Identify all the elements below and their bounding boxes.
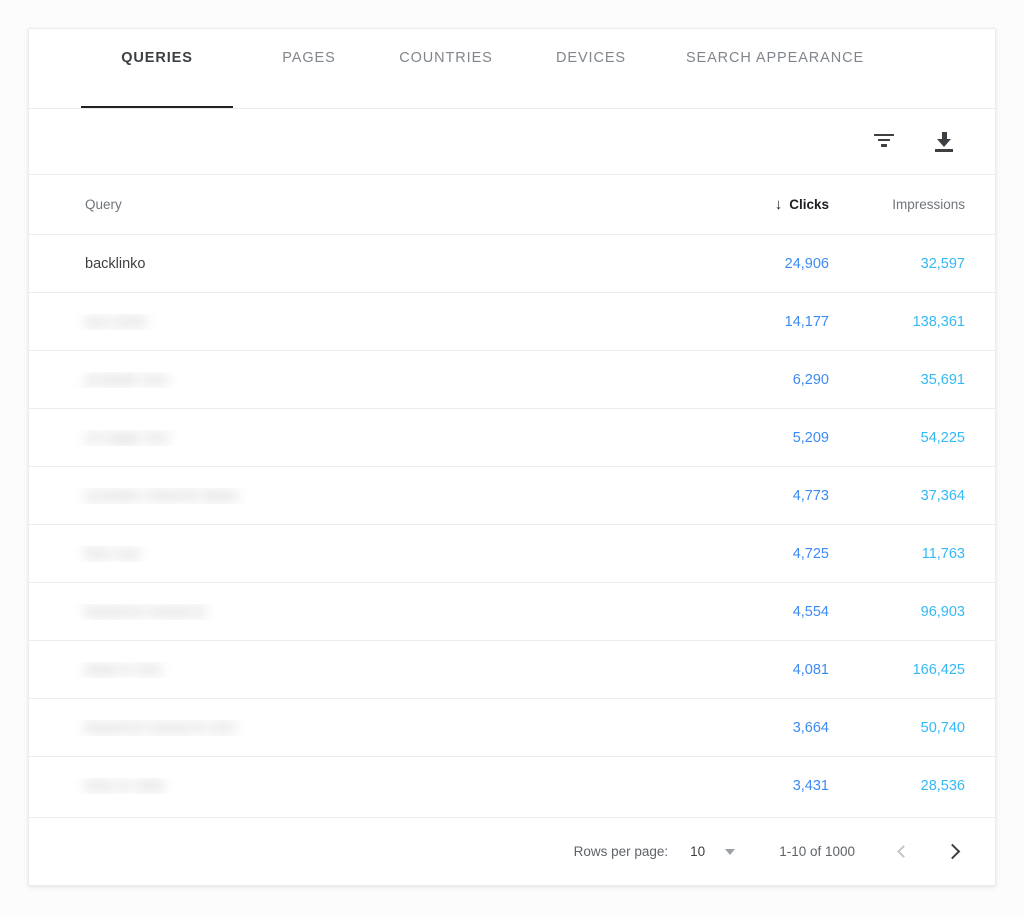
query-text-redacted: what is seo bbox=[85, 661, 162, 678]
table-row[interactable]: what is seo 4,081 166,425 bbox=[29, 641, 995, 699]
pager-controls bbox=[889, 839, 967, 865]
rows-per-page-value: 10 bbox=[690, 844, 706, 859]
tab-queries[interactable]: QUERIES bbox=[81, 29, 233, 108]
table-row[interactable]: youtube channel ideas 4,773 37,364 bbox=[29, 467, 995, 525]
cell-impressions: 50,740 bbox=[920, 719, 965, 736]
query-text-redacted: how to rank bbox=[85, 778, 165, 794]
data-table: Query ↓ Clicks Impressions backlinko 24,… bbox=[29, 175, 995, 817]
chevron-down-icon bbox=[725, 848, 736, 855]
query-text-redacted: keyword research bbox=[85, 603, 206, 620]
cell-clicks: 24,906 bbox=[784, 255, 829, 272]
query-text-redacted: keyword research tool bbox=[85, 719, 236, 736]
pagination-bar: Rows per page: 10 1-10 of 1000 bbox=[29, 817, 995, 885]
cell-impressions: 37,364 bbox=[920, 487, 965, 504]
table-toolbar bbox=[29, 109, 995, 175]
cell-clicks: 4,725 bbox=[792, 545, 829, 562]
cell-query: keyword research bbox=[57, 604, 695, 620]
tab-label: SEARCH APPEARANCE bbox=[685, 49, 865, 66]
column-header-clicks-label: Clicks bbox=[789, 197, 829, 212]
cell-query: seo tools bbox=[57, 314, 695, 330]
tab-pages[interactable]: PAGES bbox=[271, 29, 347, 108]
cell-impressions: 11,763 bbox=[921, 545, 965, 562]
cell-clicks: 14,177 bbox=[784, 313, 829, 330]
performance-table-card: QUERIES PAGES COUNTRIES DEVICES SEARCH A… bbox=[28, 28, 996, 886]
cell-query: free seo bbox=[57, 546, 695, 562]
cell-clicks: 5,209 bbox=[792, 429, 829, 446]
next-page-button[interactable] bbox=[941, 839, 967, 865]
tab-devices[interactable]: DEVICES bbox=[545, 29, 637, 108]
table-row[interactable]: how to rank 3,431 28,536 bbox=[29, 757, 995, 815]
table-row[interactable]: keyword research tool 3,664 50,740 bbox=[29, 699, 995, 757]
tab-label: DEVICES bbox=[556, 49, 626, 66]
cell-clicks: 4,081 bbox=[792, 661, 829, 678]
cell-query: how to rank bbox=[57, 778, 695, 794]
chevron-left-icon bbox=[897, 845, 910, 858]
table-row[interactable]: on page seo 5,209 54,225 bbox=[29, 409, 995, 467]
table-row[interactable]: keyword research 4,554 96,903 bbox=[29, 583, 995, 641]
cell-clicks: 3,664 bbox=[792, 719, 829, 736]
filter-icon bbox=[874, 133, 894, 150]
tab-label: COUNTRIES bbox=[399, 49, 493, 66]
chevron-right-icon bbox=[944, 843, 961, 860]
previous-page-button[interactable] bbox=[889, 839, 915, 865]
cell-impressions: 28,536 bbox=[920, 778, 965, 794]
tab-search-appearance[interactable]: SEARCH APPEARANCE bbox=[675, 29, 875, 108]
sort-descending-icon: ↓ bbox=[774, 196, 783, 213]
column-header-impressions[interactable]: Impressions bbox=[845, 197, 995, 212]
query-text-redacted: free seo bbox=[85, 545, 141, 562]
cell-impressions: 166,425 bbox=[912, 661, 965, 678]
cell-impressions: 96,903 bbox=[920, 603, 965, 620]
tab-label: QUERIES bbox=[121, 49, 193, 66]
cell-impressions: 35,691 bbox=[920, 371, 965, 388]
table-header-row: Query ↓ Clicks Impressions bbox=[29, 175, 995, 235]
pagination-range: 1-10 of 1000 bbox=[779, 844, 855, 859]
query-text: backlinko bbox=[85, 255, 146, 272]
table-row[interactable]: free seo 4,725 11,763 bbox=[29, 525, 995, 583]
cell-query: youtube channel ideas bbox=[57, 488, 695, 504]
column-header-query[interactable]: Query bbox=[57, 197, 695, 212]
query-text-redacted: seo tools bbox=[85, 313, 147, 330]
table-row[interactable]: backlinko 24,906 32,597 bbox=[29, 235, 995, 293]
query-text-redacted: youtube seo bbox=[85, 371, 169, 388]
cell-clicks: 3,431 bbox=[792, 778, 829, 794]
rows-per-page-select[interactable]: 10 bbox=[690, 844, 736, 859]
query-text-redacted: on page seo bbox=[85, 429, 170, 446]
cell-impressions: 138,361 bbox=[912, 313, 965, 330]
cell-impressions: 32,597 bbox=[920, 255, 965, 272]
cell-clicks: 4,773 bbox=[792, 487, 829, 504]
tab-bar: QUERIES PAGES COUNTRIES DEVICES SEARCH A… bbox=[29, 29, 995, 109]
cell-clicks: 4,554 bbox=[792, 603, 829, 620]
table-row[interactable]: youtube seo 6,290 35,691 bbox=[29, 351, 995, 409]
download-button[interactable] bbox=[931, 129, 957, 155]
cell-query: on page seo bbox=[57, 430, 695, 446]
filter-button[interactable] bbox=[871, 129, 897, 155]
rows-per-page-label: Rows per page: bbox=[573, 844, 669, 859]
cell-impressions: 54,225 bbox=[920, 429, 965, 446]
tab-countries[interactable]: COUNTRIES bbox=[385, 29, 507, 108]
cell-query: backlinko bbox=[57, 256, 695, 272]
cell-query: what is seo bbox=[57, 662, 695, 678]
cell-query: keyword research tool bbox=[57, 720, 695, 736]
column-header-clicks[interactable]: ↓ Clicks bbox=[695, 197, 845, 212]
tab-label: PAGES bbox=[282, 49, 336, 66]
table-row[interactable]: seo tools 14,177 138,361 bbox=[29, 293, 995, 351]
cell-query: youtube seo bbox=[57, 372, 695, 388]
cell-clicks: 6,290 bbox=[792, 371, 829, 388]
download-icon bbox=[934, 131, 954, 152]
query-text-redacted: youtube channel ideas bbox=[85, 487, 239, 504]
